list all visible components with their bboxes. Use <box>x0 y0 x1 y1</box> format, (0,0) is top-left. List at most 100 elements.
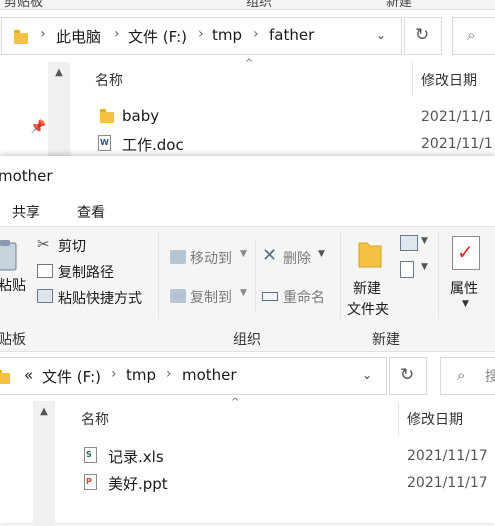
divider <box>255 239 256 311</box>
chevron-down-icon[interactable]: ⌄ <box>376 28 386 42</box>
copy-path-button[interactable]: 复制路径 <box>58 262 114 282</box>
refresh-icon: ↻ <box>415 25 430 45</box>
mother-window: mother 共享 查看 粘贴 ✂ 剪切 复制路径 粘贴快捷方式 移动到 ▼ 复… <box>0 156 495 526</box>
file-name: 美好.ppt <box>108 475 168 493</box>
word-document-icon: W <box>98 135 111 151</box>
breadcrumb-drive-f[interactable]: 文件 (F:) <box>42 366 101 387</box>
easy-access-icon[interactable] <box>400 261 414 278</box>
breadcrumb-overflow[interactable]: « <box>24 366 33 384</box>
paste-button[interactable]: 粘贴 <box>0 275 26 295</box>
breadcrumb-mother[interactable]: mother <box>182 366 237 384</box>
excel-file-icon: S <box>84 447 97 463</box>
breadcrumb-tmp[interactable]: tmp <box>126 366 156 384</box>
ribbon-tabs: 共享 查看 <box>0 196 495 226</box>
dropdown-arrow-icon[interactable]: ▼ <box>421 262 428 272</box>
chevron-right-icon: › <box>253 26 259 42</box>
new-folder-icon[interactable] <box>357 237 383 269</box>
ribbon: 粘贴 ✂ 剪切 复制路径 粘贴快捷方式 移动到 ▼ 复制到 ▼ ✕ 删除 ▼ 重… <box>0 226 495 352</box>
father-window: 剪贴板 组织 新建 › 此电脑 › 文件 (F:) › tmp › father… <box>0 0 495 162</box>
paste-shortcut-icon <box>37 289 53 303</box>
folder-icon <box>0 370 10 384</box>
mother-search-box[interactable]: ⌕ 搜 <box>440 357 495 395</box>
cut-button[interactable]: 剪切 <box>58 236 86 256</box>
new-folder-label-1[interactable]: 新建 <box>353 278 381 298</box>
mother-col-date[interactable]: 修改日期 <box>407 409 463 429</box>
list-item[interactable]: S 记录.xls 2021/11/17 <box>78 444 495 468</box>
father-col-date[interactable]: 修改日期 <box>421 70 477 90</box>
file-date: 2021/11/1 <box>421 109 493 125</box>
chevron-right-icon: › <box>111 366 117 382</box>
chevron-right-icon: › <box>114 26 120 42</box>
properties-button[interactable]: 属性 <box>450 278 478 298</box>
file-date: 2021/11/1 <box>421 136 493 152</box>
powerpoint-file-icon: P <box>84 474 97 490</box>
group-label-organize: 组织 <box>233 332 261 348</box>
copy-to-button[interactable]: 复制到 <box>190 287 232 307</box>
chevron-down-icon[interactable]: ⌄ <box>362 368 372 382</box>
group-divider <box>340 231 341 319</box>
rename-button[interactable]: 重命名 <box>283 287 325 307</box>
new-item-icon[interactable] <box>400 235 418 251</box>
copy-to-icon <box>170 289 186 303</box>
father-ribbon-label-clipboard: 剪贴板 <box>4 0 44 10</box>
mother-col-name[interactable]: 名称 <box>81 409 109 429</box>
search-placeholder: 搜 <box>485 369 495 385</box>
breadcrumb-tmp[interactable]: tmp <box>212 26 242 44</box>
new-folder-label-2[interactable]: 文件夹 <box>347 299 389 319</box>
father-nav-scrollbar[interactable]: ▲ <box>48 62 70 162</box>
breadcrumb-father[interactable]: father <box>269 26 314 44</box>
search-icon: ⌕ <box>467 26 476 44</box>
dropdown-arrow-icon[interactable]: ▼ <box>421 236 428 246</box>
window-title: mother <box>0 167 53 185</box>
dropdown-arrow-icon[interactable]: ▼ <box>240 288 247 298</box>
pin-icon[interactable]: 📌 <box>30 120 46 135</box>
move-to-icon <box>170 250 186 264</box>
paste-shortcut-button[interactable]: 粘贴快捷方式 <box>58 288 142 308</box>
breadcrumb-drive-f[interactable]: 文件 (F:) <box>128 26 187 47</box>
title-bar[interactable]: mother <box>0 156 495 196</box>
chevron-right-icon: › <box>40 26 46 42</box>
dropdown-arrow-icon[interactable]: ▼ <box>240 249 247 259</box>
move-to-button[interactable]: 移动到 <box>190 248 232 268</box>
list-item[interactable]: W 工作.doc 2021/11/1 <box>92 132 495 156</box>
list-item[interactable]: P 美好.ppt 2021/11/17 <box>78 471 495 495</box>
column-divider[interactable] <box>412 62 413 96</box>
breadcrumb-this-pc[interactable]: 此电脑 <box>56 26 101 47</box>
list-item[interactable]: baby 2021/11/1 <box>92 105 495 129</box>
sort-up-icon: ^ <box>245 58 254 69</box>
father-refresh-button[interactable]: ↻ <box>404 17 442 55</box>
file-date: 2021/11/17 <box>407 448 488 464</box>
sort-up-icon: ^ <box>231 397 240 408</box>
search-icon: ⌕ <box>457 366 466 384</box>
file-name: 工作.doc <box>122 136 184 154</box>
father-col-name[interactable]: 名称 <box>95 70 123 90</box>
delete-button[interactable]: 删除 <box>283 248 311 268</box>
scroll-up-icon[interactable]: ▲ <box>35 403 53 421</box>
father-ribbon-strip: 剪贴板 组织 新建 <box>0 0 495 10</box>
refresh-icon: ↻ <box>400 365 415 385</box>
father-ribbon-label-organize: 组织 <box>246 0 273 10</box>
dropdown-arrow-icon[interactable]: ▼ <box>462 299 469 309</box>
dropdown-arrow-icon[interactable]: ▼ <box>318 249 325 259</box>
group-divider <box>438 231 439 319</box>
chevron-right-icon: › <box>166 366 172 382</box>
copy-path-icon <box>37 264 53 278</box>
chevron-right-icon: › <box>198 26 204 42</box>
file-name: 记录.xls <box>108 448 164 466</box>
mother-nav-scrollbar[interactable]: ▲ <box>33 401 55 526</box>
scissors-icon: ✂ <box>37 235 50 253</box>
father-address-bar[interactable]: › 此电脑 › 文件 (F:) › tmp › father ⌄ <box>1 17 402 55</box>
tab-view[interactable]: 查看 <box>77 202 105 222</box>
mother-address-bar[interactable]: « 文件 (F:) › tmp › mother ⌄ <box>0 357 387 395</box>
tab-share[interactable]: 共享 <box>12 202 40 222</box>
scroll-up-icon[interactable]: ▲ <box>50 64 68 82</box>
file-date: 2021/11/17 <box>407 475 488 491</box>
father-ribbon-label-new: 新建 <box>386 0 413 10</box>
paste-icon[interactable] <box>0 239 20 271</box>
file-name: baby <box>122 107 160 125</box>
father-search-box[interactable]: ⌕ <box>452 17 495 55</box>
column-divider[interactable] <box>398 402 399 436</box>
mother-refresh-button[interactable]: ↻ <box>389 357 427 395</box>
group-label-new: 新建 <box>372 332 400 348</box>
properties-icon[interactable]: ✓ <box>452 236 480 270</box>
